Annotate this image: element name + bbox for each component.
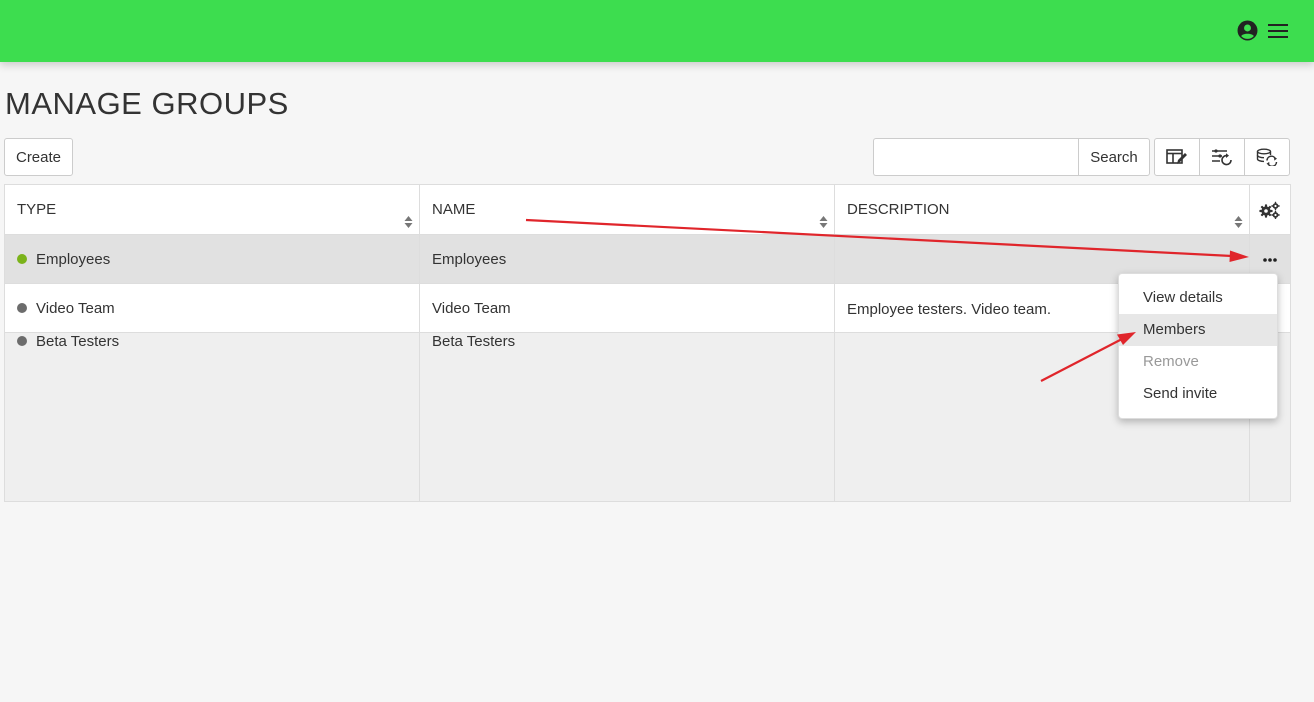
reset-filters-button[interactable] xyxy=(1200,139,1245,175)
menu-item-members[interactable]: Members xyxy=(1119,314,1277,346)
gears-icon xyxy=(1259,201,1280,219)
menu-item-view-details[interactable]: View details xyxy=(1119,282,1277,314)
type-cell: Employees xyxy=(4,234,420,284)
row-context-menu: View details Members Remove Send invite xyxy=(1118,273,1278,419)
edit-columns-button[interactable] xyxy=(1155,139,1200,175)
column-header-name[interactable]: NAME xyxy=(419,184,835,235)
column-header-label: NAME xyxy=(432,201,476,218)
edit-columns-icon xyxy=(1166,149,1187,164)
user-circle-icon[interactable] xyxy=(1237,20,1258,41)
column-header-type[interactable]: TYPE xyxy=(4,184,420,235)
refresh-data-button[interactable] xyxy=(1245,139,1289,175)
groups-table: TYPE NAME DESCRIPTION Employees Employee… xyxy=(4,184,1291,502)
sort-icon[interactable] xyxy=(404,215,413,229)
search-input[interactable] xyxy=(873,138,1079,176)
type-label: Video Team xyxy=(36,299,115,317)
column-header-label: TYPE xyxy=(17,201,57,218)
page-title: MANAGE GROUPS xyxy=(5,86,289,121)
more-options-icon[interactable] xyxy=(1262,257,1278,263)
status-dot xyxy=(17,336,27,346)
column-settings[interactable] xyxy=(1249,184,1291,235)
sort-icon[interactable] xyxy=(1234,215,1243,229)
status-dot xyxy=(17,302,27,313)
status-dot xyxy=(17,253,27,264)
menu-item-send-invite[interactable]: Send invite xyxy=(1119,378,1277,410)
column-header-description[interactable]: DESCRIPTION xyxy=(834,184,1250,235)
reset-filters-icon xyxy=(1212,149,1232,166)
sort-icon[interactable] xyxy=(819,215,828,229)
table-header-row: TYPE NAME DESCRIPTION xyxy=(4,184,1291,235)
type-label: Beta Testers xyxy=(36,333,120,350)
type-label: Employees xyxy=(36,250,111,268)
type-cell: Beta Testers xyxy=(4,332,420,502)
create-button[interactable]: Create xyxy=(4,138,73,176)
table-row[interactable]: Beta Testers Beta Testers xyxy=(4,332,1291,502)
hamburger-menu-icon[interactable] xyxy=(1267,21,1289,41)
top-bar xyxy=(0,0,1314,62)
table-row[interactable]: Employees Employees xyxy=(4,234,1291,284)
name-cell: Video Team xyxy=(419,283,835,333)
column-header-label: DESCRIPTION xyxy=(847,201,950,218)
table-tools-group xyxy=(1154,138,1290,176)
search-button[interactable]: Search xyxy=(1078,138,1150,176)
type-cell: Video Team xyxy=(4,283,420,333)
name-cell: Beta Testers xyxy=(419,332,835,502)
table-row[interactable]: Video Team Video Team Employee testers. … xyxy=(4,283,1291,333)
refresh-data-icon xyxy=(1256,148,1278,166)
menu-item-remove: Remove xyxy=(1143,353,1199,370)
name-cell: Employees xyxy=(419,234,835,284)
